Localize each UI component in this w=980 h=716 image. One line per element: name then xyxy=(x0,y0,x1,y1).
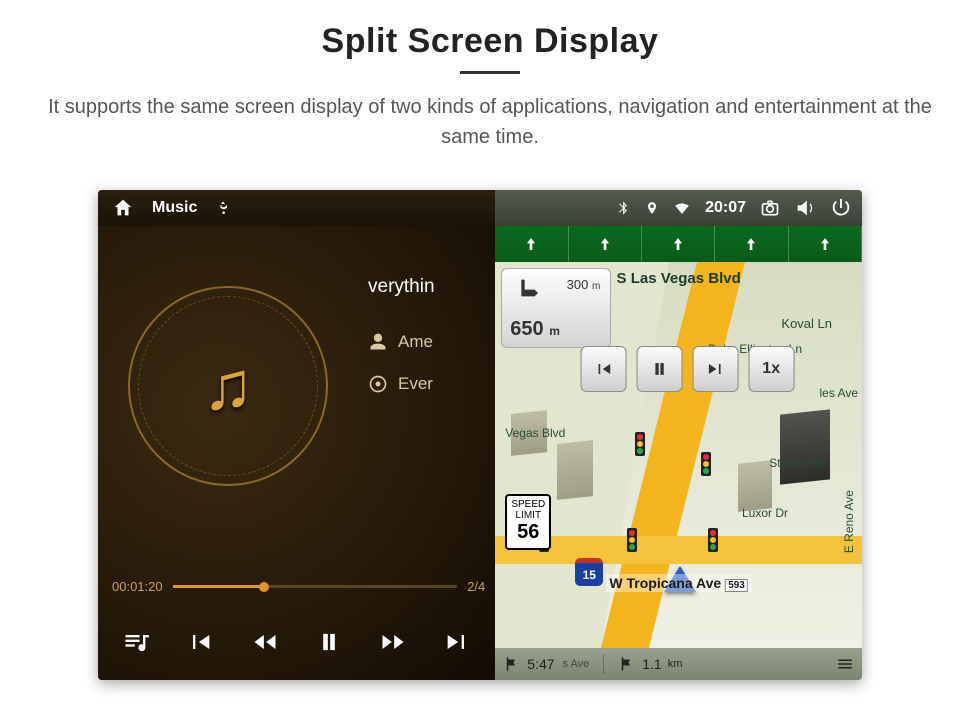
next-album-button[interactable] xyxy=(443,628,471,656)
camera-icon[interactable] xyxy=(760,198,780,218)
traffic-light-icon xyxy=(635,432,645,456)
status-bar: Music 20:07 xyxy=(98,190,862,226)
flag-icon xyxy=(503,655,521,673)
home-icon[interactable] xyxy=(112,197,134,219)
interstate-shield: 15 xyxy=(575,558,603,586)
distance-unit: km xyxy=(668,658,683,670)
playback-controls xyxy=(98,612,495,672)
lane-arrow-icon xyxy=(670,236,686,252)
prev-button[interactable] xyxy=(251,628,279,656)
menu-icon[interactable] xyxy=(836,655,854,673)
prev-album-button[interactable] xyxy=(186,628,214,656)
traffic-light-icon xyxy=(708,528,718,552)
flag-icon xyxy=(618,655,636,673)
building-3d xyxy=(557,440,593,500)
street-koval: Koval Ln xyxy=(781,316,832,331)
sim-pause-button[interactable] xyxy=(636,346,682,392)
distance-cell: 1.1 km xyxy=(618,655,682,673)
street-stable: Stable Rd xyxy=(769,456,822,470)
traffic-light-icon xyxy=(701,452,711,476)
traffic-light-icon xyxy=(627,528,637,552)
app-label: Music xyxy=(152,199,197,217)
lane-guidance xyxy=(495,226,862,262)
eta-value: 5:47 xyxy=(527,656,554,672)
pause-button[interactable] xyxy=(315,628,343,656)
artist-name: Ame xyxy=(398,332,433,352)
album-art: ♫ xyxy=(128,286,328,486)
device-screenshot: Music 20:07 ♫ verythin xyxy=(98,190,862,680)
page-title: Split Screen Display xyxy=(0,22,980,61)
turn-card: 300 m 650 m xyxy=(501,268,611,348)
volume-icon[interactable] xyxy=(794,197,816,219)
street-luxor: Luxor Dr xyxy=(742,506,788,520)
turn-distance-small: 300 xyxy=(567,277,589,292)
building-3d xyxy=(780,409,830,484)
disc-icon xyxy=(368,374,388,394)
speed-limit-sign: SPEED LIMIT 56 xyxy=(505,494,551,550)
lane-arrow-icon xyxy=(597,236,613,252)
track-title: verythin xyxy=(368,276,435,298)
sim-prev-button[interactable] xyxy=(580,346,626,392)
street-reno: E Reno Ave xyxy=(842,490,856,553)
track-index: 2/4 xyxy=(467,579,485,594)
progress-bar[interactable]: 00:01:20 2/4 xyxy=(112,579,485,594)
lane-arrow-icon xyxy=(523,236,539,252)
nav-footer: 5:47 s Ave 1.1 km xyxy=(495,648,862,680)
street-les: les Ave xyxy=(820,386,858,400)
next-button[interactable] xyxy=(379,628,407,656)
street-ali: s Ave xyxy=(563,658,590,670)
title-underline xyxy=(460,71,520,74)
turn-distance-main: 650 xyxy=(510,318,543,340)
distance-value: 1.1 xyxy=(642,656,661,672)
elapsed-time: 00:01:20 xyxy=(112,579,163,594)
eta-cell: 5:47 xyxy=(503,655,554,673)
simulation-controls: 1x xyxy=(580,346,794,392)
street-tropicana: W Tropicana Ave593 xyxy=(605,574,751,592)
street-vegas: Vegas Blvd xyxy=(505,426,565,440)
music-pane: ♫ verythin Ame Ever 00:01:20 2/4 xyxy=(98,226,495,680)
building-3d xyxy=(738,460,772,512)
album-name: Ever xyxy=(398,374,433,394)
power-icon[interactable] xyxy=(830,197,852,219)
usb-icon xyxy=(215,200,231,216)
sim-speed-button[interactable]: 1x xyxy=(748,346,794,392)
lane-arrow-icon xyxy=(743,236,759,252)
page-subtitle: It supports the same screen display of t… xyxy=(40,92,940,152)
sim-next-button[interactable] xyxy=(692,346,738,392)
lane-arrow-icon xyxy=(817,236,833,252)
clock: 20:07 xyxy=(705,199,746,217)
person-icon xyxy=(368,332,388,352)
turn-left-icon xyxy=(508,273,548,313)
track-title-row: verythin xyxy=(368,276,435,298)
navigation-pane: S Las Vegas Blvd Koval Ln Duke Ellington… xyxy=(495,226,862,680)
bluetooth-icon xyxy=(615,200,631,216)
playlist-icon[interactable] xyxy=(122,628,150,656)
wifi-icon xyxy=(673,199,691,217)
track-info: verythin Ame Ever xyxy=(368,276,435,416)
location-icon xyxy=(645,201,659,215)
album-row: Ever xyxy=(368,374,435,394)
artist-row: Ame xyxy=(368,332,435,352)
music-note-icon: ♫ xyxy=(203,347,254,425)
